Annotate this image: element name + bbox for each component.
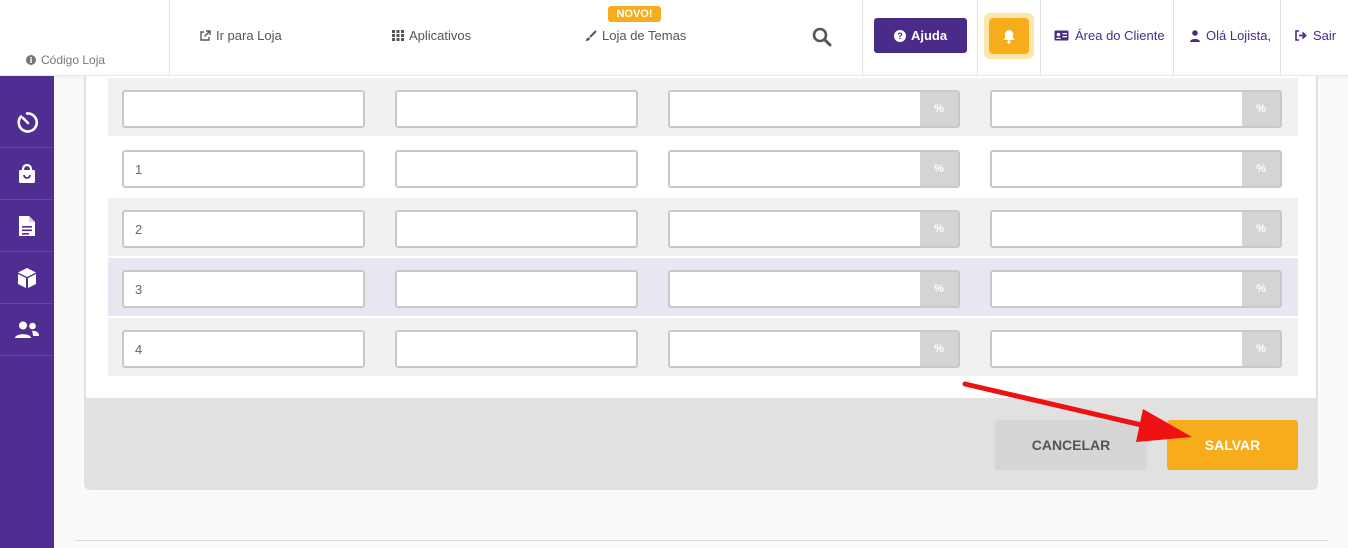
table-row: 1 % % [108, 138, 1298, 196]
percent-input[interactable]: % [990, 270, 1282, 308]
table-row: 4 % % [108, 318, 1298, 376]
user-menu[interactable]: Olá Lojista, [1190, 28, 1271, 43]
percent-input[interactable]: % [990, 90, 1282, 128]
divider [1280, 0, 1281, 76]
grid-icon [392, 30, 404, 41]
go-to-store-link[interactable]: Ir para Loja [199, 28, 282, 43]
apps-link[interactable]: Aplicativos [392, 28, 471, 43]
top-bar: i Código Loja Ir para Loja Aplicativos N… [0, 0, 1348, 76]
percent-input[interactable]: % [668, 150, 960, 188]
sidebar [0, 76, 54, 548]
go-to-store-label: Ir para Loja [216, 28, 282, 43]
quantity-input[interactable]: 2 [122, 210, 365, 248]
percent-input[interactable]: % [990, 210, 1282, 248]
cancel-button[interactable]: CANCELAR [995, 420, 1147, 470]
client-area-link[interactable]: Área do Cliente [1054, 28, 1165, 43]
quantity-input[interactable]: 1 [122, 150, 365, 188]
sidebar-item-customers[interactable] [0, 304, 54, 356]
help-button[interactable]: ? Ajuda [874, 18, 967, 53]
table-body: % % 1 % % 2 % % 3 % % 4 % % [86, 76, 1316, 398]
theme-store-link[interactable]: Loja de Temas [585, 28, 686, 43]
table-row: 2 % % [108, 198, 1298, 256]
percent-input[interactable]: % [668, 330, 960, 368]
notifications-button[interactable] [984, 13, 1034, 59]
logout-label: Sair [1313, 28, 1337, 43]
percent-addon: % [1242, 212, 1280, 246]
shopping-bag-icon [19, 163, 35, 183]
percent-addon: % [920, 152, 958, 186]
percent-addon: % [1242, 332, 1280, 366]
table-row: 3 % % [108, 258, 1298, 316]
percent-input[interactable]: % [990, 150, 1282, 188]
sign-out-icon [1295, 30, 1307, 41]
new-badge: NOVO! [608, 6, 661, 22]
id-card-icon [1054, 30, 1069, 41]
logout-link[interactable]: Sair [1295, 28, 1336, 43]
percent-addon: % [1242, 92, 1280, 126]
box-icon [18, 267, 36, 288]
sidebar-item-products[interactable] [0, 252, 54, 304]
apps-label: Aplicativos [409, 28, 472, 43]
percent-input[interactable]: % [990, 330, 1282, 368]
document-icon [19, 215, 35, 236]
help-label: Ajuda [910, 28, 948, 43]
store-code-area: i Código Loja [0, 0, 170, 76]
text-input[interactable] [395, 210, 638, 248]
client-area-label: Área do Cliente [1075, 28, 1165, 43]
dashboard-icon [17, 111, 39, 133]
percent-input[interactable]: % [668, 270, 960, 308]
divider [977, 0, 978, 76]
sidebar-item-documents[interactable] [0, 200, 54, 252]
table-row: % % [108, 78, 1298, 136]
sidebar-item-dashboard[interactable] [0, 96, 54, 148]
percent-addon: % [1242, 272, 1280, 306]
sidebar-item-orders[interactable] [0, 148, 54, 200]
text-input[interactable] [395, 150, 638, 188]
percent-input[interactable]: % [668, 90, 960, 128]
search-icon[interactable] [812, 27, 832, 47]
footer-divider [75, 540, 1328, 541]
percent-addon: % [920, 272, 958, 306]
users-icon [15, 321, 39, 338]
save-button[interactable]: SALVAR [1167, 420, 1298, 470]
percent-addon: % [1242, 152, 1280, 186]
info-icon: i [26, 55, 36, 65]
percent-input[interactable]: % [668, 210, 960, 248]
percent-addon: % [920, 332, 958, 366]
quantity-input[interactable]: 3 [122, 270, 365, 308]
divider [862, 0, 863, 76]
store-code-label: Código Loja [41, 53, 106, 67]
text-input[interactable] [395, 270, 638, 308]
divider [1040, 0, 1041, 76]
percent-addon: % [920, 92, 958, 126]
user-icon [1190, 29, 1200, 42]
text-input[interactable] [395, 90, 638, 128]
quantity-input[interactable] [122, 90, 365, 128]
quantity-input[interactable]: 4 [122, 330, 365, 368]
bell-icon [1003, 29, 1015, 44]
brush-icon [586, 29, 597, 41]
percent-addon: % [920, 212, 958, 246]
greeting-label: Olá Lojista, [1206, 28, 1272, 43]
external-link-icon [200, 29, 211, 41]
text-input[interactable] [395, 330, 638, 368]
theme-store-label: Loja de Temas [602, 28, 687, 43]
divider [1173, 0, 1174, 76]
question-icon: ? [893, 29, 906, 42]
